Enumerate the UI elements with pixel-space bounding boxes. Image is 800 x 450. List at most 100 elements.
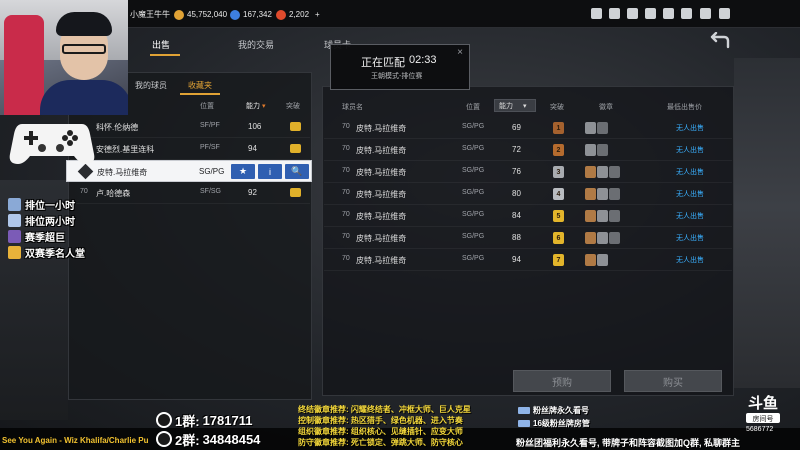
svg-text:斗鱼: 斗鱼 — [748, 394, 778, 412]
breakthrough-level-badge: 2 — [553, 144, 564, 156]
overlay-menu-item: 排位一小时 — [8, 196, 75, 212]
sort-dropdown[interactable]: 能力 ▾ — [494, 99, 536, 112]
lowest-price-link[interactable]: 无人出售 — [676, 123, 704, 133]
shield-icon[interactable] — [681, 8, 692, 19]
overlay-menu-item: 双赛季名人堂 — [8, 244, 85, 260]
column-position[interactable]: 位置 — [466, 102, 480, 112]
tab-my-trades[interactable]: 我的交易 — [238, 38, 274, 51]
breakthrough-level-badge: 7 — [553, 254, 564, 266]
column-lowest-price[interactable]: 最低出售价 — [667, 102, 702, 112]
rank-icon — [8, 197, 21, 211]
video-icon[interactable] — [645, 8, 656, 19]
room-number: 5686772 — [746, 426, 774, 433]
qq-group-line: 2群: 34848454 — [156, 430, 260, 448]
matchmaking-popup: 正在匹配 02:33 王朝模式-排位赛 × — [330, 44, 470, 90]
breakthrough-level-badge: 1 — [553, 122, 564, 134]
match-timer: 02:33 — [409, 54, 437, 66]
tab-sell[interactable]: 出售 — [152, 38, 170, 51]
card-diamond-icon — [77, 163, 94, 180]
preorder-button[interactable]: 预购 — [513, 370, 611, 392]
table-row[interactable]: 70 皮特.马拉维奇 SG/PG 84 5 无人出售 — [324, 205, 732, 227]
gear-icon[interactable] — [719, 8, 730, 19]
list-item[interactable]: 安德烈.基里连科 PF/SF 94 — [70, 138, 310, 160]
overlay-menu-item: 赛季超巨 — [8, 228, 65, 244]
fan-badge-icon — [518, 406, 530, 414]
search-button[interactable]: 🔍 — [285, 164, 309, 179]
list-item[interactable]: 70 卢.哈德森 SF/SG 92 — [70, 182, 310, 204]
breakthrough-badge-icon — [290, 144, 301, 153]
lowest-price-link[interactable]: 无人出售 — [676, 255, 704, 265]
blue-gem-icon — [230, 9, 240, 20]
breakthrough-level-badge: 6 — [553, 232, 564, 244]
table-row[interactable]: 70 皮特.马拉维奇 SG/PG 88 6 无人出售 — [324, 227, 732, 249]
svg-text:房间号: 房间号 — [753, 414, 774, 423]
breakthrough-level-badge: 4 — [553, 188, 564, 200]
chevron-down-icon: ▾ — [523, 102, 527, 110]
rank-icon — [8, 213, 21, 227]
back-icon[interactable] — [706, 32, 734, 52]
badge-icons — [585, 122, 608, 134]
qq-group-line: 1群: 1781711 — [156, 411, 252, 429]
gamepad-icon — [9, 124, 95, 164]
table-row[interactable]: 70 皮特.马拉维奇 SG/PG 76 3 无人出售 — [324, 161, 732, 183]
column-position[interactable]: 位置 — [200, 101, 214, 111]
close-icon[interactable]: × — [457, 47, 463, 58]
breakthrough-level-badge: 3 — [553, 166, 564, 178]
lowest-price-link[interactable]: 无人出售 — [676, 189, 704, 199]
breakthrough-badge-icon — [290, 188, 301, 197]
lowest-price-link[interactable]: 无人出售 — [676, 167, 704, 177]
column-badges[interactable]: 徽章 — [599, 102, 613, 112]
subtab-active-indicator — [180, 93, 220, 95]
lowest-price-link[interactable]: 无人出售 — [676, 211, 704, 221]
subtab-favorites[interactable]: 收藏夹 — [188, 80, 212, 91]
blue-currency: 167,342 — [230, 8, 272, 21]
badge-icons — [585, 188, 620, 200]
badge-icons — [585, 210, 620, 222]
mail-icon[interactable] — [627, 8, 638, 19]
favorite-star-button[interactable]: ★ — [231, 164, 255, 179]
column-rating[interactable]: 能力 ▾ — [246, 101, 265, 111]
fan-badge-line: 16级粉丝牌房管 — [518, 417, 590, 429]
bell-icon[interactable] — [591, 8, 602, 19]
table-row[interactable]: 70 皮特.马拉维奇 SG/PG 80 4 无人出售 — [324, 183, 732, 205]
fan-badge-line: 粉丝牌永久看号 — [518, 404, 589, 416]
overlay-menu-item: 排位两小时 — [8, 212, 75, 228]
column-breakthrough[interactable]: 突破 — [286, 101, 300, 111]
season-icon — [8, 229, 21, 243]
badge-icons — [585, 254, 608, 266]
breakthrough-level-badge: 5 — [553, 210, 564, 222]
qq-penguin-icon — [156, 412, 172, 428]
background-right — [734, 58, 800, 388]
table-row[interactable]: 70 皮特.马拉维奇 SG/PG 94 7 无人出售 — [324, 249, 732, 271]
list-item[interactable]: 科怀.伦纳德 SF/PF 106 — [70, 116, 310, 138]
lowest-price-link[interactable]: 无人出售 — [676, 145, 704, 155]
column-breakthrough[interactable]: 突破 — [550, 102, 564, 112]
fan-badge-icon — [518, 419, 530, 427]
info-button[interactable]: i — [258, 164, 282, 179]
column-player-name[interactable]: 球员名 — [342, 102, 363, 112]
qq-penguin-icon — [156, 431, 172, 447]
table-row[interactable]: 70 皮特.马拉维奇 SG/PG 69 1 无人出售 — [324, 117, 732, 139]
fan-club-notice: 粉丝团福利永久看号, 带牌子和阵容截图加Q群, 私聊群主 — [516, 438, 741, 448]
match-mode: 王朝模式-排位赛 — [371, 73, 423, 80]
badge-icons — [585, 166, 620, 178]
lowest-price-link[interactable]: 无人出售 — [676, 233, 704, 243]
user-icon[interactable] — [609, 8, 620, 19]
tab-active-indicator — [150, 54, 180, 56]
streamer-webcam — [0, 0, 128, 115]
now-playing-song: See You Again - Wiz Khalifa/Charlie Pu — [2, 436, 149, 445]
breakthrough-badge-icon — [290, 122, 301, 131]
add-currency-button[interactable]: + — [315, 10, 320, 19]
buy-button[interactable]: 购买 — [624, 370, 722, 392]
red-currency: 2,202 + — [276, 8, 320, 21]
grid-icon[interactable] — [663, 8, 674, 19]
headset-icon[interactable] — [700, 8, 711, 19]
badge-recommendation: 组织徽章推荐: 组织核心、见缝插针、应变大师 — [298, 427, 463, 436]
selected-player-row[interactable]: 皮特.马拉维奇 SG/PG ★ i 🔍 — [66, 160, 312, 182]
table-row[interactable]: 70 皮特.马拉维奇 SG/PG 72 2 无人出售 — [324, 139, 732, 161]
badge-recommendation: 终结徽章推荐: 闪耀终结者、冲框大师、巨人克星 — [298, 405, 471, 414]
subtab-my-players[interactable]: 我的球员 — [135, 80, 167, 91]
red-coin-icon — [276, 9, 286, 20]
gold-currency: 45,752,040 — [174, 8, 227, 21]
badge-icons — [585, 232, 620, 244]
